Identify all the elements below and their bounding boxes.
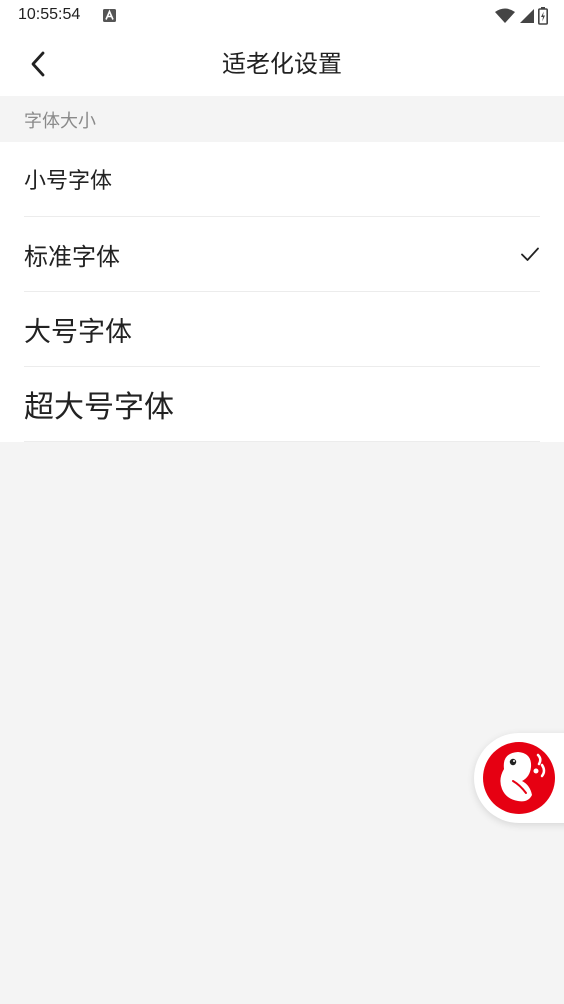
section-header: 字体大小 [0,96,564,142]
font-size-options: 小号字体 标准字体 大号字体 超大号字体 [0,142,564,442]
option-large-font[interactable]: 大号字体 [24,292,540,367]
option-label: 大号字体 [24,316,132,348]
status-icons [495,7,548,25]
battery-icon [538,7,548,25]
mascot-icon [483,742,555,814]
option-extra-large-font[interactable]: 超大号字体 [24,367,540,442]
header-bar: 适老化设置 [0,32,564,96]
status-time: 10:55:54 [18,6,81,23]
signal-icon [520,9,534,23]
wifi-icon [495,8,515,23]
option-label: 超大号字体 [24,390,174,425]
option-label: 小号字体 [24,169,113,194]
floating-assistant-button[interactable] [474,733,564,823]
a-notification-icon [103,9,116,22]
option-standard-font[interactable]: 标准字体 [24,217,540,292]
option-label: 标准字体 [24,242,120,271]
status-bar: 10:55:54 [0,0,564,32]
option-small-font[interactable]: 小号字体 [24,142,540,217]
page-title: 适老化设置 [222,50,342,78]
check-icon [521,247,539,261]
section-title: 字体大小 [24,111,96,132]
